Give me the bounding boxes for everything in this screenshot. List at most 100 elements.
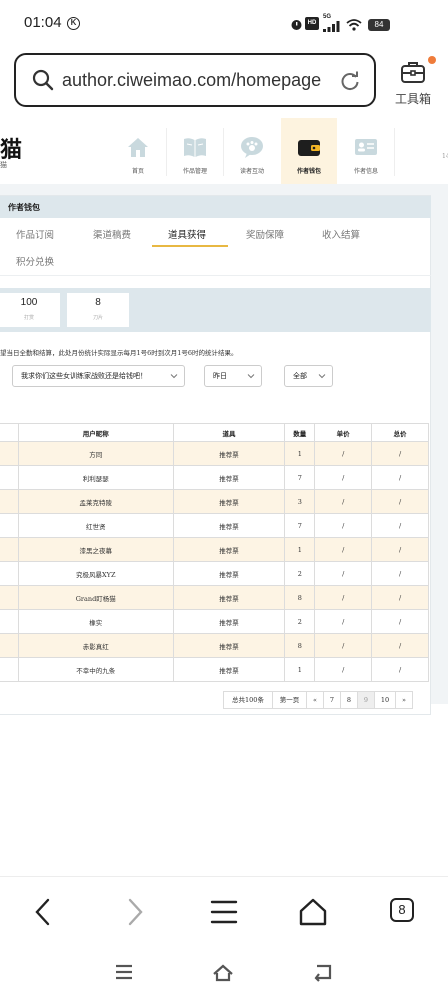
address-bar[interactable]: author.ciweimao.com/homepage <box>14 53 376 107</box>
item-cell: 推荐票 <box>172 561 286 586</box>
unit-price-cell: / <box>314 657 373 682</box>
book-select[interactable]: 我求你们这些女训练家战败还是给钱吧！ <box>12 365 185 387</box>
type-select[interactable]: 全部 <box>284 365 333 387</box>
wallet-panel: 作者钱包 作品订阅 渠道稿费 道具获得 奖励保障 收入结算 积分兑换 100 打… <box>0 195 431 715</box>
alarm-icon <box>291 20 302 30</box>
forward-icon[interactable] <box>119 897 149 927</box>
chevron-down-icon <box>247 374 255 379</box>
k-badge-icon: K <box>67 17 80 30</box>
toolbox-button[interactable]: 工具箱 <box>390 56 436 108</box>
wallet-icon <box>298 140 320 156</box>
unit-price-cell: / <box>314 537 373 562</box>
chevron-down-icon <box>318 374 326 379</box>
tab-rewards[interactable]: 奖励保障 <box>246 227 284 241</box>
pager-page-9[interactable]: 9 <box>357 691 375 709</box>
signal-icon <box>323 21 340 32</box>
paw-icon <box>241 137 263 158</box>
id-card-icon <box>355 139 377 155</box>
pager-next[interactable]: » <box>395 691 413 709</box>
nav-wallet[interactable]: 作者钱包 <box>281 118 337 184</box>
row-index-cell <box>0 561 19 586</box>
menu-icon[interactable] <box>209 897 239 927</box>
row-index-cell <box>0 657 19 682</box>
home-icon[interactable] <box>298 897 328 927</box>
nav-works[interactable]: 作品管理 <box>167 118 223 184</box>
book-icon <box>184 138 206 157</box>
table-row: 方同 推荐票 1// <box>0 441 429 466</box>
panel-title: 作者钱包 <box>0 196 431 218</box>
nickname-cell: 孟莱克特陵 <box>17 489 174 514</box>
row-index-cell <box>0 513 19 538</box>
item-cell: 推荐票 <box>172 513 286 538</box>
pager-page-10[interactable]: 10 <box>374 691 396 709</box>
nav-home[interactable]: 首页 <box>110 118 166 184</box>
edge-number: 14 <box>442 153 448 160</box>
total-price-cell: / <box>371 465 429 490</box>
battery-indicator: 84 <box>368 19 390 31</box>
nav-readers[interactable]: 读者互动 <box>224 118 280 184</box>
pager-total: 总共100条 <box>223 691 273 709</box>
back-icon[interactable] <box>29 897 59 927</box>
item-cell: 推荐票 <box>172 441 286 466</box>
nickname-cell: 方同 <box>17 441 174 466</box>
active-tab-indicator <box>152 245 228 247</box>
recent-apps-icon[interactable] <box>113 962 135 982</box>
total-price-cell: / <box>371 513 429 538</box>
nav-author-info[interactable]: 作者信息 <box>338 118 394 184</box>
signal-5g-label: 5G <box>323 14 332 20</box>
item-cell: 推荐票 <box>172 657 286 682</box>
table-row: 橡实 推荐票 2// <box>0 609 429 634</box>
pagination: 总共100条 第一页 « 7 8 9 10 » <box>223 691 413 709</box>
tab-points-exchange[interactable]: 积分兑换 <box>16 254 54 268</box>
quantity-cell: 1 <box>284 537 316 562</box>
system-nav-bar <box>0 950 448 999</box>
row-index-cell <box>0 633 19 658</box>
hd-icon: HD <box>305 17 319 30</box>
item-cell: 推荐票 <box>172 465 286 490</box>
site-header: 猫 猫 首页 作品管理 读者互动 作者钱包 作者信息 <box>0 118 448 184</box>
table-header-cell: 总价 <box>371 423 429 442</box>
search-icon <box>32 69 54 91</box>
unit-price-cell: / <box>314 633 373 658</box>
system-back-icon[interactable] <box>312 962 334 982</box>
unit-price-cell: / <box>314 513 373 538</box>
wifi-icon <box>346 19 362 31</box>
system-home-icon[interactable] <box>212 962 234 982</box>
reload-icon[interactable] <box>340 71 360 91</box>
date-select[interactable]: 昨日 <box>204 365 262 387</box>
item-cell: 推荐票 <box>172 585 286 610</box>
tabs-count-button[interactable]: 8 <box>390 898 414 922</box>
url-text[interactable]: author.ciweimao.com/homepage <box>62 70 321 91</box>
total-price-cell: / <box>371 537 429 562</box>
pager-page-7[interactable]: 7 <box>323 691 341 709</box>
pager-prev[interactable]: « <box>306 691 324 709</box>
table-row: Grand盯杨猫 推荐票 8// <box>0 585 429 610</box>
pager-page-8[interactable]: 8 <box>340 691 358 709</box>
quantity-cell: 7 <box>284 513 316 538</box>
nickname-cell: 漆黑之夜幕 <box>17 537 174 562</box>
item-cell: 推荐票 <box>172 633 286 658</box>
tab-props-received[interactable]: 道具获得 <box>168 227 206 241</box>
nickname-cell: Grand盯杨猫 <box>17 585 174 610</box>
tab-settlement[interactable]: 收入结算 <box>322 227 360 241</box>
quantity-cell: 2 <box>284 609 316 634</box>
browser-bottom-bar: 8 <box>0 876 448 950</box>
quantity-cell: 2 <box>284 561 316 586</box>
table-row: 红世贤 推荐票 7// <box>0 513 429 538</box>
notice-text: 望当日全勤和结算，此处月份统计实际显示每月1号6时到次月1号6时的统计结果。 <box>0 349 238 357</box>
nickname-cell: 究极风暴XYZ <box>17 561 174 586</box>
table-header-row: 用户昵称 道具 数量 单价 总价 <box>0 423 429 442</box>
tab-channel-fee[interactable]: 渠道稿费 <box>93 227 131 241</box>
unit-price-cell: / <box>314 465 373 490</box>
total-price-cell: / <box>371 441 429 466</box>
item-cell: 推荐票 <box>172 489 286 514</box>
quantity-cell: 8 <box>284 585 316 610</box>
table-row: 利利瑟瑟 推荐票 7// <box>0 465 429 490</box>
nickname-cell: 橡实 <box>17 609 174 634</box>
table-row: 赤影真红 推荐票 8// <box>0 633 429 658</box>
row-index-cell <box>0 441 19 466</box>
quantity-cell: 1 <box>284 657 316 682</box>
pager-first[interactable]: 第一页 <box>272 691 307 709</box>
tab-subscription[interactable]: 作品订阅 <box>16 227 54 241</box>
total-price-cell: / <box>371 633 429 658</box>
